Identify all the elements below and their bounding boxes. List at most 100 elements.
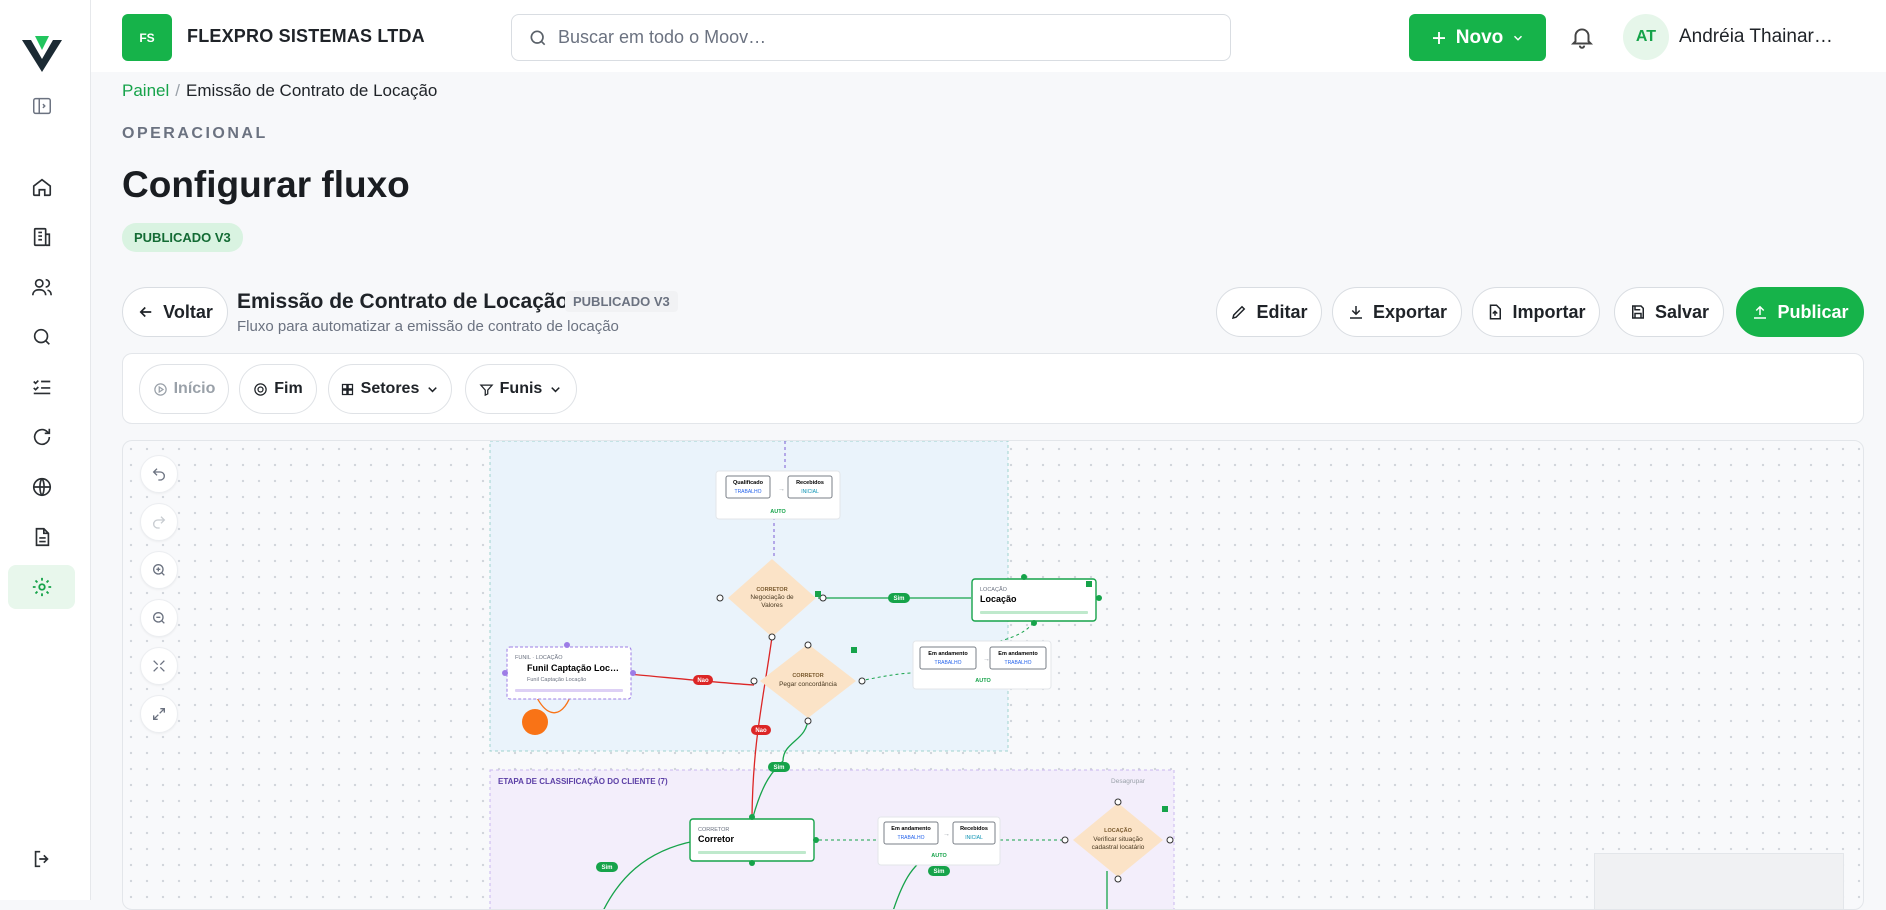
- user-name[interactable]: Andréia Thainar…: [1679, 26, 1833, 48]
- refresh-icon[interactable]: [8, 415, 75, 459]
- svg-text:Qualificado: Qualificado: [733, 480, 764, 486]
- page-title: Configurar fluxo: [122, 164, 410, 205]
- import-button[interactable]: Importar: [1472, 287, 1600, 337]
- flow-toolbar: Início Fim Setores Funis: [122, 353, 1864, 424]
- chevron-down-icon: [1514, 35, 1523, 41]
- svg-text:Sim: Sim: [933, 869, 944, 875]
- back-button[interactable]: Voltar: [122, 287, 228, 337]
- svg-text:Recebidos: Recebidos: [960, 826, 988, 832]
- svg-text:Verificar situação: Verificar situação: [1093, 836, 1143, 843]
- play-circle-icon: [153, 382, 167, 396]
- sidebar: [0, 0, 91, 900]
- chevron-down-icon: [428, 386, 438, 392]
- publish-button[interactable]: Publicar: [1736, 287, 1864, 337]
- notifications-bell-icon[interactable]: [1569, 24, 1595, 50]
- new-button[interactable]: Novo: [1409, 14, 1546, 61]
- breadcrumb-root-link[interactable]: Painel: [122, 81, 169, 100]
- document-icon[interactable]: [8, 515, 75, 559]
- file-upload-icon: [1490, 304, 1502, 320]
- group-title: ETAPA DE CLASSIFICAÇÃO DO CLIENTE (7): [498, 777, 668, 786]
- svg-text:Funil Captação Loc…: Funil Captação Loc…: [527, 663, 619, 673]
- svg-text:AUTO: AUTO: [770, 509, 786, 515]
- svg-text:Sim: Sim: [893, 596, 904, 602]
- collapse-sidebar-icon[interactable]: [8, 84, 75, 128]
- undo-icon[interactable]: [140, 455, 178, 493]
- svg-text:TRABALHO: TRABALHO: [935, 660, 962, 666]
- svg-text:LOCAÇÃO: LOCAÇÃO: [980, 586, 1008, 593]
- flow-version-badge: PUBLICADO V3: [565, 291, 678, 312]
- svg-text:Em andamento: Em andamento: [928, 651, 968, 657]
- org-avatar[interactable]: FS: [122, 14, 172, 61]
- grid-icon: [341, 383, 353, 395]
- svg-text:Negociação de: Negociação de: [750, 594, 794, 601]
- status-badge: PUBLICADO V3: [122, 223, 243, 252]
- logout-icon[interactable]: [8, 837, 75, 881]
- svg-text:CORRETOR: CORRETOR: [756, 587, 787, 593]
- svg-text:INICIAL: INICIAL: [801, 489, 819, 495]
- zoom-in-icon[interactable]: [140, 551, 178, 589]
- org-name[interactable]: FLEXPRO SISTEMAS LTDA: [187, 26, 425, 47]
- ungroup-link[interactable]: Desagrupar: [1111, 778, 1146, 785]
- svg-text:CORRETOR: CORRETOR: [792, 673, 823, 679]
- svg-text:Valores: Valores: [761, 602, 783, 609]
- svg-text:Corretor: Corretor: [698, 834, 735, 844]
- save-button[interactable]: Salvar: [1614, 287, 1724, 337]
- arrow-left-icon: [139, 306, 152, 318]
- sectors-dropdown[interactable]: Setores: [328, 364, 452, 414]
- minimap[interactable]: [1594, 853, 1844, 909]
- fullscreen-icon[interactable]: [140, 695, 178, 733]
- start-filter-button[interactable]: Início: [139, 364, 229, 414]
- flow-diagram[interactable]: ETAPA DE CLASSIFICAÇÃO DO CLIENTE (7) De…: [123, 441, 1864, 910]
- svg-text:TRABALHO: TRABALHO: [1005, 660, 1032, 666]
- building-icon[interactable]: [8, 215, 75, 259]
- svg-text:CORRETOR: CORRETOR: [698, 827, 729, 833]
- svg-text:cadastral locatário: cadastral locatário: [1092, 844, 1145, 851]
- search-icon[interactable]: [8, 315, 75, 359]
- svg-text:→: →: [778, 486, 785, 493]
- task-list-icon[interactable]: [8, 365, 75, 409]
- flow-name: Emissão de Contrato de Locação: [237, 290, 569, 313]
- svg-text:→: →: [943, 831, 950, 838]
- upload-icon: [1754, 305, 1767, 319]
- svg-text:LOCAÇÃO: LOCAÇÃO: [1104, 827, 1133, 834]
- svg-text:TRABALHO: TRABALHO: [898, 835, 925, 841]
- svg-text:FUNIL · LOCAÇÃO: FUNIL · LOCAÇÃO: [515, 654, 563, 661]
- svg-text:Em andamento: Em andamento: [891, 826, 931, 832]
- target-circle-icon: [254, 382, 268, 396]
- svg-text:Em andamento: Em andamento: [998, 651, 1038, 657]
- end-filter-button[interactable]: Fim: [239, 364, 317, 414]
- plus-icon: [1432, 31, 1445, 44]
- svg-text:Nao: Nao: [697, 678, 709, 684]
- flow-canvas[interactable]: ETAPA DE CLASSIFICAÇÃO DO CLIENTE (7) De…: [122, 440, 1864, 910]
- svg-text:→: →: [983, 656, 990, 663]
- moov-logo-icon: [22, 36, 62, 72]
- filter-icon: [479, 384, 494, 396]
- new-button-label: Novo: [1455, 26, 1504, 48]
- globe-icon[interactable]: [8, 465, 75, 509]
- funnels-dropdown[interactable]: Funis: [465, 364, 577, 414]
- top-bar: FS FLEXPRO SISTEMAS LTDA Novo AT Andréia…: [91, 0, 1886, 72]
- svg-text:AUTO: AUTO: [931, 853, 947, 859]
- user-avatar[interactable]: AT: [1623, 14, 1669, 60]
- edit-button[interactable]: Editar: [1216, 287, 1322, 337]
- users-icon[interactable]: [8, 265, 75, 309]
- zoom-out-icon[interactable]: [140, 599, 178, 637]
- chevron-down-icon: [551, 386, 561, 392]
- breadcrumb: Painel / Emissão de Contrato de Locação: [122, 81, 438, 100]
- svg-text:INICIAL: INICIAL: [965, 835, 983, 841]
- pencil-icon: [1232, 305, 1246, 320]
- search-input[interactable]: [558, 27, 1178, 48]
- svg-text:AUTO: AUTO: [975, 678, 991, 684]
- svg-text:Pegar concordância: Pegar concordância: [779, 681, 837, 688]
- home-icon[interactable]: [8, 165, 75, 209]
- svg-text:TRABALHO: TRABALHO: [735, 489, 762, 495]
- search-icon: [530, 30, 546, 45]
- flow-description: Fluxo para automatizar a emissão de cont…: [237, 318, 619, 335]
- settings-gear-icon[interactable]: [8, 565, 75, 609]
- fit-view-icon[interactable]: [140, 647, 178, 685]
- end-node[interactable]: [522, 709, 548, 735]
- section-eyebrow: OPERACIONAL: [122, 125, 268, 142]
- global-search[interactable]: [511, 14, 1231, 61]
- redo-icon[interactable]: [140, 503, 178, 541]
- export-button[interactable]: Exportar: [1332, 287, 1462, 337]
